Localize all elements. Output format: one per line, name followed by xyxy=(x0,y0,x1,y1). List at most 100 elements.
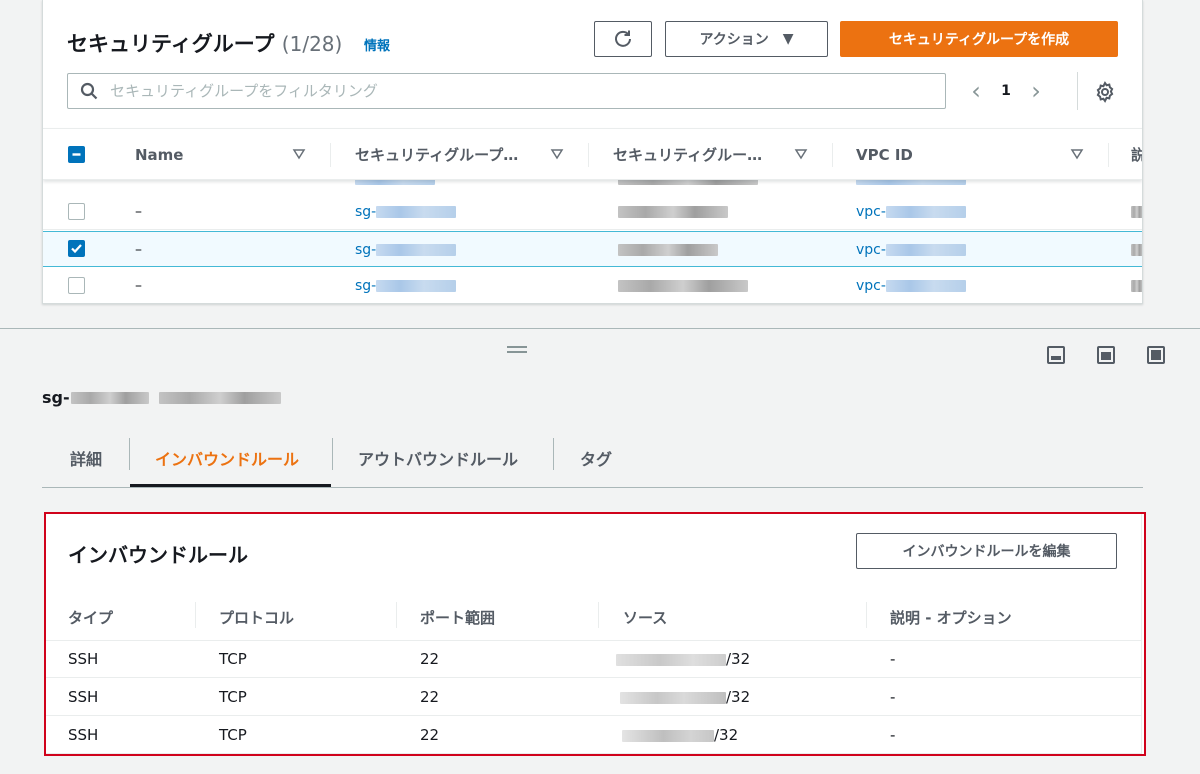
create-security-group-button[interactable]: セキュリティグループを作成 xyxy=(840,21,1118,57)
row-checkbox[interactable] xyxy=(68,203,85,220)
sort-icon[interactable] xyxy=(292,147,306,161)
column-divider xyxy=(1108,143,1109,167)
info-link[interactable]: 情報 xyxy=(364,35,390,54)
column-header-type: タイプ xyxy=(68,608,114,627)
layout-full-icon[interactable] xyxy=(1146,345,1166,365)
masked-value xyxy=(1131,206,1142,218)
row-group-id-link[interactable]: sg- xyxy=(355,268,457,303)
column-header-name[interactable]: Name xyxy=(135,129,183,180)
masked-value xyxy=(376,244,457,256)
column-header-port-range: ポート範囲 xyxy=(420,608,496,627)
masked-value xyxy=(70,391,149,404)
row-checkbox[interactable] xyxy=(68,240,85,257)
row-vpc-id-link[interactable]: vpc- xyxy=(856,194,966,230)
layout-side-icon[interactable] xyxy=(1096,345,1116,365)
masked-value xyxy=(620,691,726,704)
panel-header: セキュリティグループ (1/28) 情報 アクション ▼ セキュリティグループを… xyxy=(43,0,1142,128)
tab-outbound-rules[interactable]: アウトバウンドルール xyxy=(358,428,518,487)
rule-source: /32 xyxy=(616,641,750,678)
source-suffix: /32 xyxy=(726,650,751,668)
tab-divider xyxy=(553,438,554,470)
row-name: – xyxy=(135,242,142,258)
caret-down-icon: ▼ xyxy=(782,31,794,47)
inbound-rules-title: インバウンドルール xyxy=(68,543,248,567)
detail-id-prefix: sg- xyxy=(42,388,70,407)
actions-button[interactable]: アクション ▼ xyxy=(665,21,828,57)
gear-icon[interactable] xyxy=(1093,80,1117,104)
sort-icon[interactable] xyxy=(550,147,564,161)
column-divider xyxy=(598,602,599,628)
filter-search-box[interactable] xyxy=(67,73,946,109)
refresh-button[interactable] xyxy=(594,21,652,57)
row-vpc-id-link[interactable]: vpc- xyxy=(856,268,966,303)
column-header-group-name[interactable]: セキュリティグルー… xyxy=(613,129,762,180)
rule-source: /32 xyxy=(620,679,750,716)
column-divider xyxy=(866,602,867,628)
chevron-left-icon[interactable]: ‹ xyxy=(963,73,989,109)
row-description xyxy=(1131,232,1142,268)
active-tab-indicator xyxy=(130,484,331,487)
masked-value xyxy=(376,206,457,218)
masked-value xyxy=(622,729,714,742)
rule-port-range: 22 xyxy=(420,688,440,706)
actions-label: アクション xyxy=(699,32,769,48)
checkmark-icon xyxy=(71,244,82,254)
rule-description: - xyxy=(890,688,896,706)
drag-handle-icon[interactable] xyxy=(507,346,527,354)
layout-bottom-icon[interactable] xyxy=(1046,345,1066,365)
row-description xyxy=(1131,194,1142,230)
row-vpc-id-link[interactable]: vpc- xyxy=(856,232,966,268)
source-suffix: /32 xyxy=(714,726,739,744)
filter-search-input[interactable] xyxy=(110,82,930,100)
masked-value xyxy=(616,653,726,666)
sort-icon[interactable] xyxy=(794,147,808,161)
inbound-rule-row: SSH TCP 22 /32 - xyxy=(46,641,1141,678)
column-header-vpc-id[interactable]: VPC ID xyxy=(856,129,913,180)
table-row-selected[interactable]: – sg- vpc- xyxy=(43,231,1142,268)
source-suffix: /32 xyxy=(726,688,751,706)
column-divider xyxy=(832,143,833,167)
sort-icon[interactable] xyxy=(1070,147,1084,161)
group-id-prefix: sg- xyxy=(355,278,377,294)
security-groups-panel: セキュリティグループ (1/28) 情報 アクション ▼ セキュリティグループを… xyxy=(42,0,1143,304)
column-divider xyxy=(330,143,331,167)
rule-source: /32 xyxy=(622,717,738,754)
rule-protocol: TCP xyxy=(219,650,247,668)
row-group-name xyxy=(618,194,728,230)
row-name: – xyxy=(135,204,142,220)
masked-value xyxy=(618,280,748,292)
column-header-group-id[interactable]: セキュリティグループ… xyxy=(355,129,518,180)
column-divider xyxy=(195,602,196,628)
tab-inbound-rules[interactable]: インバウンドルール xyxy=(155,428,299,487)
panel-layout-controls xyxy=(1046,345,1166,365)
row-checkbox[interactable] xyxy=(68,277,85,294)
masked-value xyxy=(158,391,281,404)
masked-value xyxy=(885,206,966,218)
tab-tags[interactable]: タグ xyxy=(580,428,612,487)
row-group-id-link[interactable]: sg- xyxy=(355,194,457,230)
edit-inbound-rules-button[interactable]: インバウンドルールを編集 xyxy=(856,533,1117,569)
rule-port-range: 22 xyxy=(420,726,440,744)
masked-value xyxy=(885,244,966,256)
masked-value xyxy=(1131,244,1142,256)
row-group-name xyxy=(618,232,718,268)
tab-divider xyxy=(129,438,130,470)
table-row[interactable]: – sg- vpc- xyxy=(43,268,1142,303)
rule-type: SSH xyxy=(68,726,99,744)
chevron-right-icon[interactable]: › xyxy=(1023,73,1049,109)
masked-value xyxy=(618,180,758,185)
current-page[interactable]: 1 xyxy=(989,83,1023,99)
detail-tabs: 詳細 インバウンドルール アウトバウンドルール タグ xyxy=(42,428,1143,488)
select-all-checkbox[interactable] xyxy=(68,146,85,163)
tab-details[interactable]: 詳細 xyxy=(70,428,102,487)
page-title-text: セキュリティグループ xyxy=(67,32,275,56)
masked-value xyxy=(355,180,435,185)
table-row[interactable]: – sg- vpc- xyxy=(43,194,1142,230)
detail-group-title: sg- xyxy=(42,388,281,407)
pagination: ‹ 1 › xyxy=(963,73,1049,109)
row-group-id-link[interactable]: sg- xyxy=(355,232,457,268)
search-icon xyxy=(80,82,98,100)
column-divider xyxy=(588,143,589,167)
column-header-description[interactable]: 説 xyxy=(1131,129,1142,180)
rule-description: - xyxy=(890,650,896,668)
